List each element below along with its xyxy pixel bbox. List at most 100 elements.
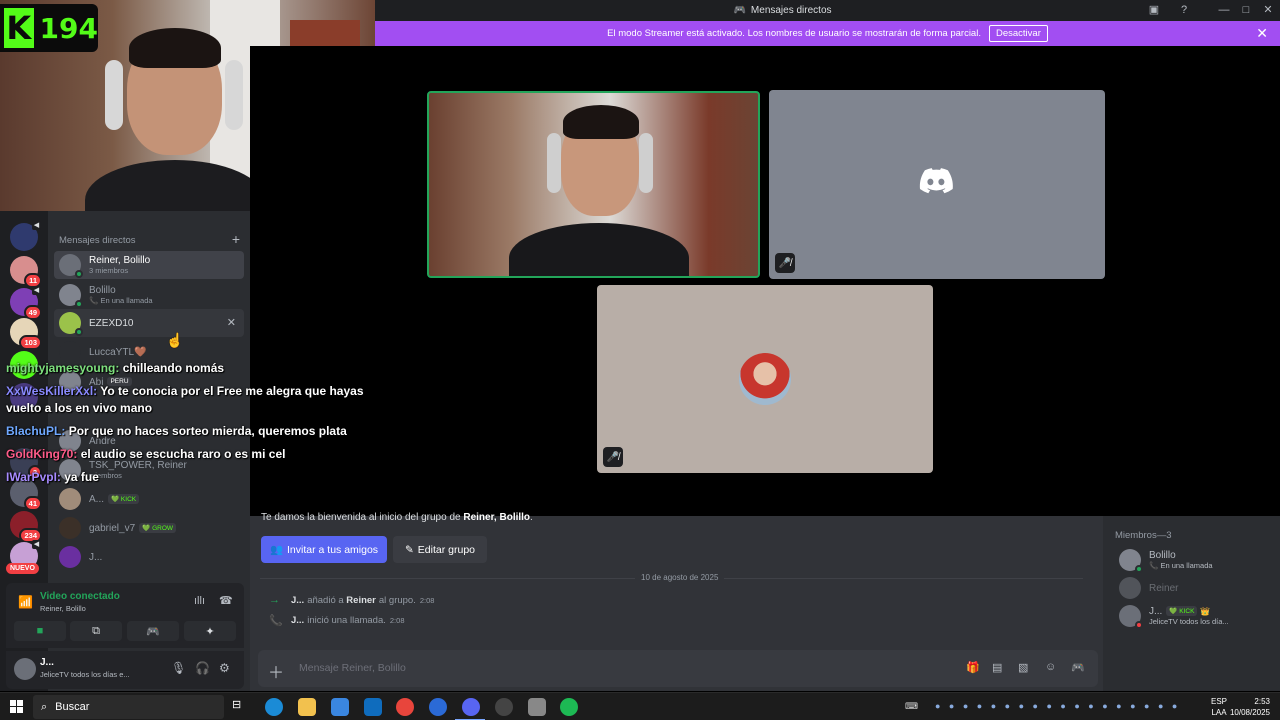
keyboard-icon[interactable]: ⌨: [905, 701, 918, 712]
spotify-icon[interactable]: [560, 698, 578, 716]
voice-connection-panel: 📶 Video conectado Reiner, Bolillo ıllı ☎…: [6, 583, 244, 648]
member-item[interactable]: Reiner: [1119, 576, 1178, 600]
message-input-box[interactable]: ＋ Mensaje Reiner, Bolillo 🎁 ▤ ▧ ☺ 🎮: [258, 650, 1098, 687]
app-icon[interactable]: [528, 698, 546, 716]
dm-item[interactable]: Reiner, Bolillo 3 miembros: [54, 251, 244, 279]
discord-taskbar-icon[interactable]: [462, 698, 480, 716]
screenshare-button[interactable]: ⧉: [70, 621, 122, 641]
taskbar-clock[interactable]: 2:53 10/08/2025: [1230, 696, 1270, 718]
welcome-text: Te damos la bienvenida al inicio del gru…: [261, 512, 533, 523]
avatar: [1119, 605, 1143, 629]
member-item[interactable]: Bolillo 📞 En una llamada: [1119, 548, 1259, 573]
headphones-icon[interactable]: 🎧: [195, 661, 210, 675]
video-tile-participant[interactable]: 🎤̸: [769, 90, 1105, 279]
system-message: 📞 J... inició una llamada. 2:08: [269, 615, 405, 627]
file-explorer-icon[interactable]: [298, 698, 316, 716]
discord-small-icon: 🎮: [733, 5, 746, 16]
window-title: Mensajes directos: [750, 5, 832, 16]
add-user-icon: 👥: [269, 544, 284, 556]
help-icon[interactable]: ?: [1174, 2, 1194, 18]
disconnect-icon[interactable]: ☎: [219, 594, 233, 607]
tray-icons[interactable]: ● ● ● ● ● ● ● ● ● ● ● ● ● ● ● ● ● ●: [935, 701, 1180, 711]
server-icon[interactable]: 11: [10, 256, 42, 288]
chat-line: XxWesKillerXxl: Yo te conocia por el Fre…: [6, 384, 364, 398]
outlook-icon[interactable]: [364, 698, 382, 716]
close-dm-icon[interactable]: ✕: [227, 316, 236, 329]
video-tile-participant[interactable]: 🎤̸: [597, 285, 933, 473]
minimize-button[interactable]: —: [1214, 2, 1234, 18]
server-icon[interactable]: 103: [10, 318, 42, 350]
voice-channel[interactable]: Reiner, Bolillo: [40, 604, 86, 613]
call-video-area: 🎤̸ 🎤̸: [250, 46, 1280, 516]
invite-friends-button[interactable]: 👥 Invitar a tus amigos: [261, 536, 387, 563]
ccleaner-icon[interactable]: [429, 698, 447, 716]
close-banner-icon[interactable]: ✕: [1256, 25, 1268, 42]
sticker-icon[interactable]: ▧: [1018, 661, 1028, 674]
app-root: 🎮 Mensajes directos ▣ ? — □ ✕ El modo Str…: [0, 0, 1280, 720]
members-header: Miembros—3: [1115, 530, 1172, 541]
user-avatar[interactable]: [14, 658, 36, 680]
phone-icon: 📞: [269, 615, 283, 627]
server-icon[interactable]: ◀ 49: [10, 286, 42, 320]
search-icon: ⌕: [41, 700, 48, 713]
dm-item[interactable]: Bolillo 📞 En una llamada: [54, 281, 244, 309]
viewer-count: 194: [39, 11, 98, 45]
inbox-icon[interactable]: ▣: [1144, 2, 1164, 18]
new-badge: NUEVO: [6, 563, 39, 574]
participant-avatar: [739, 353, 791, 405]
mouse-cursor-icon: ☝: [166, 332, 184, 348]
avatar: [59, 284, 83, 308]
chrome-icon[interactable]: [396, 698, 414, 716]
task-view-icon[interactable]: ⊟: [232, 698, 250, 716]
avatar: [1119, 549, 1143, 573]
noise-suppression-icon[interactable]: ıllı: [194, 595, 205, 607]
avatar: [1119, 577, 1141, 599]
gif-icon[interactable]: ▤: [992, 661, 1002, 674]
signal-icon: 📶: [18, 595, 33, 609]
windows-start-icon[interactable]: [10, 700, 23, 713]
obs-icon[interactable]: [495, 698, 513, 716]
message-input[interactable]: Mensaje Reiner, Bolillo: [299, 662, 406, 674]
edit-group-button[interactable]: ✎ Editar grupo: [393, 536, 487, 563]
streamer-mode-banner: El modo Streamer está activado. Los nomb…: [375, 21, 1280, 46]
avatar: [59, 488, 81, 510]
edge-icon[interactable]: [265, 698, 283, 716]
chat-area: Te damos la bienvenida al inicio del gru…: [250, 512, 1103, 691]
attach-plus-icon[interactable]: ＋: [268, 659, 284, 683]
store-icon[interactable]: [331, 698, 349, 716]
stream-chat-overlay: mightyjamesyoung: chilleando nomás XxWes…: [0, 360, 380, 490]
deactivate-button[interactable]: Desactivar: [988, 25, 1048, 42]
chat-line: BlachuPL: Por que no haces sorteo mierda…: [6, 424, 347, 438]
member-list: Miembros—3 Bolillo 📞 En una llamada Reine…: [1103, 516, 1280, 691]
emoji-icon[interactable]: ☺: [1045, 661, 1056, 673]
activity-button[interactable]: 🎮: [127, 621, 179, 641]
dm-header: Mensajes directos: [59, 235, 136, 246]
soundboard-button[interactable]: ✦: [184, 621, 236, 641]
system-message: → J... añadió a Reiner al grupo. 2:08: [269, 594, 435, 606]
server-icon-sirion[interactable]: ◀: [10, 221, 41, 251]
pencil-icon: ✎: [404, 543, 414, 556]
server-icon[interactable]: 234: [10, 511, 42, 543]
member-item[interactable]: J... 💚 KICK 👑 JeliceTV todos los día...: [1119, 604, 1259, 629]
language-indicator[interactable]: ESP LAA: [1211, 696, 1227, 718]
avatar: [59, 517, 81, 539]
dm-item[interactable]: gabriel_v7 💚 GROW: [54, 514, 244, 542]
discord-logo-icon: [919, 168, 953, 194]
chat-line: vuelto a los en vivo mano: [6, 401, 153, 415]
maximize-button[interactable]: □: [1236, 2, 1256, 18]
taskbar-search[interactable]: ⌕ Buscar: [33, 695, 224, 719]
dm-item[interactable]: EZEXD10 ✕: [54, 309, 244, 337]
settings-gear-icon[interactable]: ⚙: [219, 661, 230, 675]
voice-status: Video conectado: [40, 591, 120, 602]
new-dm-icon[interactable]: +: [232, 231, 240, 247]
avatar: [59, 254, 83, 278]
camera-button[interactable]: ■: [14, 621, 66, 641]
close-window-button[interactable]: ✕: [1258, 2, 1278, 18]
microphone-icon[interactable]: 🎙: [171, 661, 186, 675]
dm-item[interactable]: J...: [54, 543, 244, 571]
gift-icon[interactable]: 🎁: [966, 661, 980, 674]
video-tile-self[interactable]: [427, 91, 760, 278]
arrow-right-icon: →: [269, 594, 280, 606]
apps-icon[interactable]: 🎮: [1071, 661, 1085, 674]
avatar: [59, 546, 81, 568]
